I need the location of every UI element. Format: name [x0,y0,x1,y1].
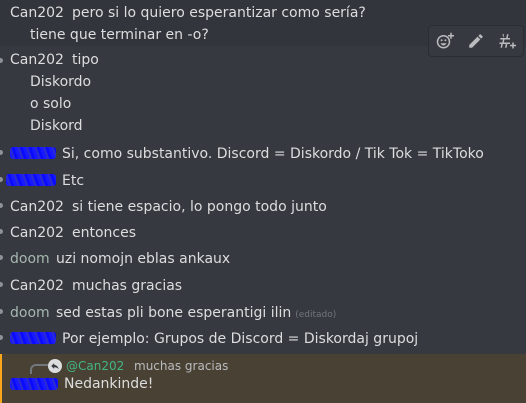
message-text: Nedankinde! [64,376,154,392]
message[interactable]: doom uzi nomojn eblas ankaux [0,248,526,272]
reply-quoted-text[interactable]: muchas gracias [134,359,228,373]
message-text: Diskord [30,118,83,134]
message-text: tipo [72,52,99,68]
status-dot [0,203,3,208]
message[interactable]: Si, como substantivo. Discord = Diskordo… [0,143,526,167]
message-text: muchas gracias [72,278,183,294]
author-name[interactable]: doom [10,303,50,323]
message-text: si tiene espacio, lo pongo todo junto [72,199,327,215]
author-name[interactable]: Can202 [10,197,64,217]
message[interactable]: Can202 entonces [0,222,526,246]
message-text: entonces [72,225,137,241]
author-name[interactable]: doom [10,249,50,269]
message[interactable]: Can202 muchas gracias [0,275,526,299]
message-text: sed estas pli bone esperantigi ilin [56,305,292,321]
message-text: tiene que terminar en -o? [30,27,209,43]
message-text: Si, como substantivo. Discord = Diskordo… [62,146,484,162]
author-name-redacted[interactable] [10,332,56,344]
status-dot [0,335,3,340]
message[interactable]: doom sed estas pli bone esperantigi ilin… [0,302,526,326]
status-dot [0,309,3,314]
edited-label: (editado) [295,310,337,320]
message-text: o solo [30,96,72,112]
reply-avatar-icon[interactable] [48,359,62,373]
reply-message[interactable]: @Can202 muchas gracias Nedankinde! [0,354,526,403]
message-text-wrapper: sed estas pli bone esperantigi ilin (edit… [56,303,336,325]
status-dot [0,150,3,155]
status-dot [0,177,3,182]
message-text: Diskordo [30,74,92,90]
message-text: Etc [62,173,85,189]
author-name-redacted[interactable] [10,378,58,390]
status-dot [0,58,3,63]
message[interactable]: Etc [0,170,526,194]
status-dot [0,282,3,287]
author-name[interactable]: Can202 [10,223,64,243]
author-name[interactable]: Can202 [10,3,64,23]
author-name-redacted[interactable] [10,147,56,159]
message[interactable]: Can202 si tiene espacio, lo pongo todo j… [0,196,526,220]
status-dot [0,229,3,234]
message[interactable]: Can202 tipo Diskordo o solo Diskord [0,48,526,140]
reply-connector [30,364,48,374]
author-name[interactable]: Can202 [10,50,64,70]
status-dot [0,255,3,260]
message[interactable]: Por ejemplo: Grupos de Discord = Diskord… [0,328,526,352]
message-text: pero si lo quiero esperantizar como serí… [72,5,366,21]
message-text: uzi nomojn eblas ankaux [56,251,231,267]
message-text: Por ejemplo: Grupos de Discord = Diskord… [62,331,419,347]
author-name-redacted[interactable] [6,174,56,186]
reply-mention[interactable]: @Can202 [66,359,124,373]
author-name[interactable]: Can202 [10,276,64,296]
